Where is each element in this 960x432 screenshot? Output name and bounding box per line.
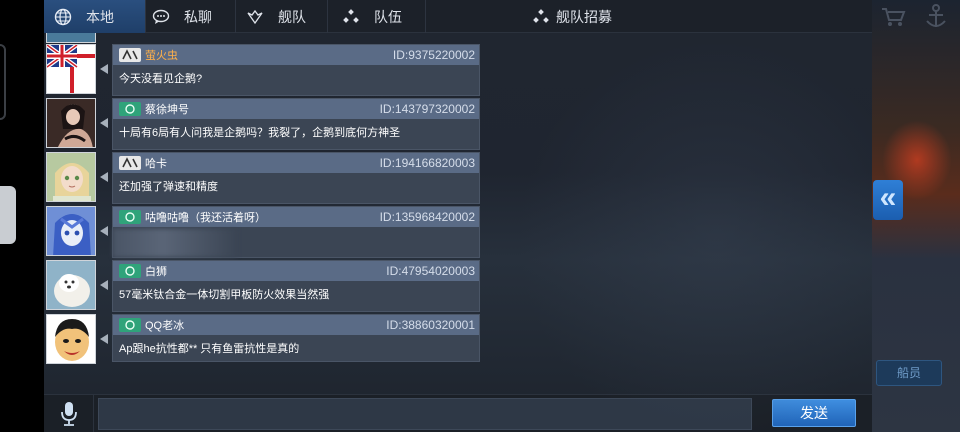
tab-label: 舰队招募	[556, 8, 612, 25]
sender-id: ID:135968420002	[379, 210, 475, 224]
message-header: 蔡徐坤号 ID:143797320002	[113, 99, 479, 119]
tab-label: 舰队	[278, 8, 306, 25]
device-edge-handle	[0, 186, 16, 244]
message-bubble: 咕噜咕噜（我还活着呀） ID:135968420002	[112, 206, 480, 258]
message-bubble: 白狮 ID:47954020003 57毫米钛合金一体切割甲板防火效果当然强	[112, 260, 480, 312]
sender-id: ID:38860320001	[386, 318, 475, 332]
message-text: 57毫米钛合金一体切割甲板防火效果当然强	[119, 289, 330, 301]
chat-message: 蔡徐坤号 ID:143797320002 十局有6局有人问我是企鹅吗？我裂了，企…	[44, 98, 484, 150]
sender-id: ID:9375220002	[392, 48, 475, 62]
tab-label: 队伍	[374, 8, 402, 25]
message-header: QQ老冰 ID:38860320001	[113, 315, 479, 335]
avatar[interactable]	[46, 98, 96, 148]
message-header: 萤火虫 ID:9375220002	[113, 45, 479, 65]
meme-face-avatar-icon	[47, 315, 95, 363]
chat-message: 咕噜咕噜（我还活着呀） ID:135968420002	[44, 206, 484, 258]
fleet-icon	[244, 8, 266, 26]
chat-message: 白狮 ID:47954020003 57毫米钛合金一体切割甲板防火效果当然强	[44, 260, 484, 312]
tab-fleet[interactable]: 舰队	[236, 0, 328, 33]
sender-name[interactable]: 蔡徐坤号	[145, 101, 189, 117]
rank-badge-icon	[119, 102, 141, 116]
crew-button[interactable]: 船员	[876, 360, 942, 386]
chat-message: QQ老冰 ID:38860320001 Ap跟he抗性都** 只有鱼雷抗性是真的	[44, 314, 484, 366]
previous-avatar-fragment	[46, 33, 96, 43]
crew-button-label: 船员	[896, 366, 921, 380]
character-avatar-icon	[47, 153, 95, 201]
sender-name[interactable]: QQ老冰	[145, 317, 184, 333]
shop-cart-icon[interactable]	[880, 6, 906, 28]
device-edge-button	[0, 44, 6, 120]
rank-badge-icon	[119, 156, 141, 170]
send-button[interactable]: 发送	[772, 399, 856, 427]
sender-id: ID:194166820003	[379, 156, 475, 170]
character-avatar-icon	[47, 99, 95, 147]
rank-badge-icon	[119, 264, 141, 278]
recruit-icon	[530, 8, 552, 26]
tab-label: 本地	[86, 8, 114, 25]
anchor-icon[interactable]	[924, 4, 948, 30]
redacted-content	[113, 229, 237, 257]
rank-badge-icon	[119, 48, 141, 62]
team-icon	[340, 8, 362, 26]
sender-name[interactable]: 哈卡	[145, 155, 167, 171]
avatar[interactable]	[46, 44, 96, 94]
collapse-panel-button[interactable]: «	[873, 180, 903, 220]
message-header: 哈卡 ID:194166820003	[113, 153, 479, 173]
avatar[interactable]	[46, 206, 96, 256]
bubble-pointer	[100, 172, 108, 182]
sender-name[interactable]: 白狮	[145, 263, 167, 279]
avatar[interactable]	[46, 314, 96, 364]
message-bubble: 哈卡 ID:194166820003 还加强了弹速和精度	[112, 152, 480, 204]
tab-local[interactable]: 本地	[44, 0, 146, 33]
character-avatar-icon	[47, 207, 95, 255]
sender-name[interactable]: 萤火虫	[145, 47, 178, 63]
chat-input-bar: 发送	[44, 394, 872, 432]
globe-icon	[52, 8, 74, 26]
chat-message: 萤火虫 ID:9375220002 今天没看见企鹅?	[44, 44, 484, 96]
tab-fleet-recruit[interactable]: 舰队招募	[528, 0, 618, 33]
union-flag-avatar-icon	[47, 45, 95, 93]
message-text: Ap跟he抗性都** 只有鱼雷抗性是真的	[119, 343, 300, 355]
bubble-pointer	[100, 280, 108, 290]
microphone-icon	[60, 402, 77, 426]
message-bubble: 萤火虫 ID:9375220002 今天没看见企鹅?	[112, 44, 480, 96]
sender-name[interactable]: 咕噜咕噜（我还活着呀）	[145, 209, 266, 225]
sender-id: ID:143797320002	[379, 102, 475, 116]
chat-panel: 本地 私聊 舰队 队伍 舰队招募 萤火虫 ID:9375220002 今天没看见…	[44, 0, 872, 432]
bubble-pointer	[100, 118, 108, 128]
message-header: 白狮 ID:47954020003	[113, 261, 479, 281]
tab-private[interactable]: 私聊	[146, 0, 236, 33]
tab-team[interactable]: 队伍	[328, 0, 426, 33]
sender-id: ID:47954020003	[386, 264, 475, 278]
chat-tabbar: 本地 私聊 舰队 队伍 舰队招募	[44, 0, 872, 33]
bubble-pointer	[100, 64, 108, 74]
device-bezel	[0, 0, 44, 432]
message-text: 还加强了弹速和精度	[119, 181, 218, 193]
chat-message: 哈卡 ID:194166820003 还加强了弹速和精度	[44, 152, 484, 204]
chat-message-input[interactable]	[98, 398, 752, 430]
rank-badge-icon	[119, 318, 141, 332]
chat-bubble-icon	[150, 8, 172, 26]
tab-label: 私聊	[184, 8, 212, 25]
message-text: 十局有6局有人问我是企鹅吗？我裂了，企鹅到底何方神圣	[119, 127, 401, 139]
bubble-pointer	[100, 334, 108, 344]
bubble-pointer	[100, 226, 108, 236]
white-lion-avatar-icon	[47, 261, 95, 309]
message-bubble: 蔡徐坤号 ID:143797320002 十局有6局有人问我是企鹅吗？我裂了，企…	[112, 98, 480, 150]
avatar[interactable]	[46, 260, 96, 310]
message-bubble: QQ老冰 ID:38860320001 Ap跟he抗性都** 只有鱼雷抗性是真的	[112, 314, 480, 362]
message-text: 今天没看见企鹅?	[119, 73, 203, 85]
avatar[interactable]	[46, 152, 96, 202]
rank-badge-icon	[119, 210, 141, 224]
message-header: 咕噜咕噜（我还活着呀） ID:135968420002	[113, 207, 479, 227]
voice-input-button[interactable]	[44, 395, 94, 432]
